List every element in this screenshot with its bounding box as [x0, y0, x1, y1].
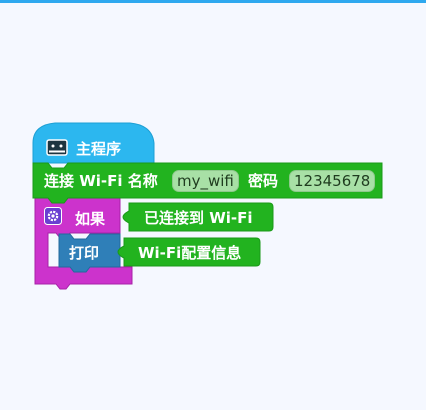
- wifi-connected-label: 已连接到 Wi-Fi: [144, 209, 253, 227]
- password-field[interactable]: 12345678: [289, 170, 376, 192]
- gear-icon[interactable]: [44, 207, 62, 225]
- blocks-workspace[interactable]: 主程序 连接 Wi-Fi 名称 my_wifi 密码 12345678 如果 已…: [0, 3, 426, 410]
- blocks-canvas: [32, 122, 383, 290]
- connect-wifi-label: 连接 Wi-Fi 名称: [44, 172, 158, 190]
- print-label: 打印: [69, 244, 100, 262]
- password-label: 密码: [248, 172, 279, 190]
- if-label: 如果: [75, 210, 106, 228]
- wifi-config-info-label: Wi-Fi配置信息: [138, 244, 242, 262]
- main-program-label: 主程序: [76, 140, 122, 158]
- ssid-field[interactable]: my_wifi: [172, 170, 239, 192]
- microbit-board-icon: [46, 139, 68, 156]
